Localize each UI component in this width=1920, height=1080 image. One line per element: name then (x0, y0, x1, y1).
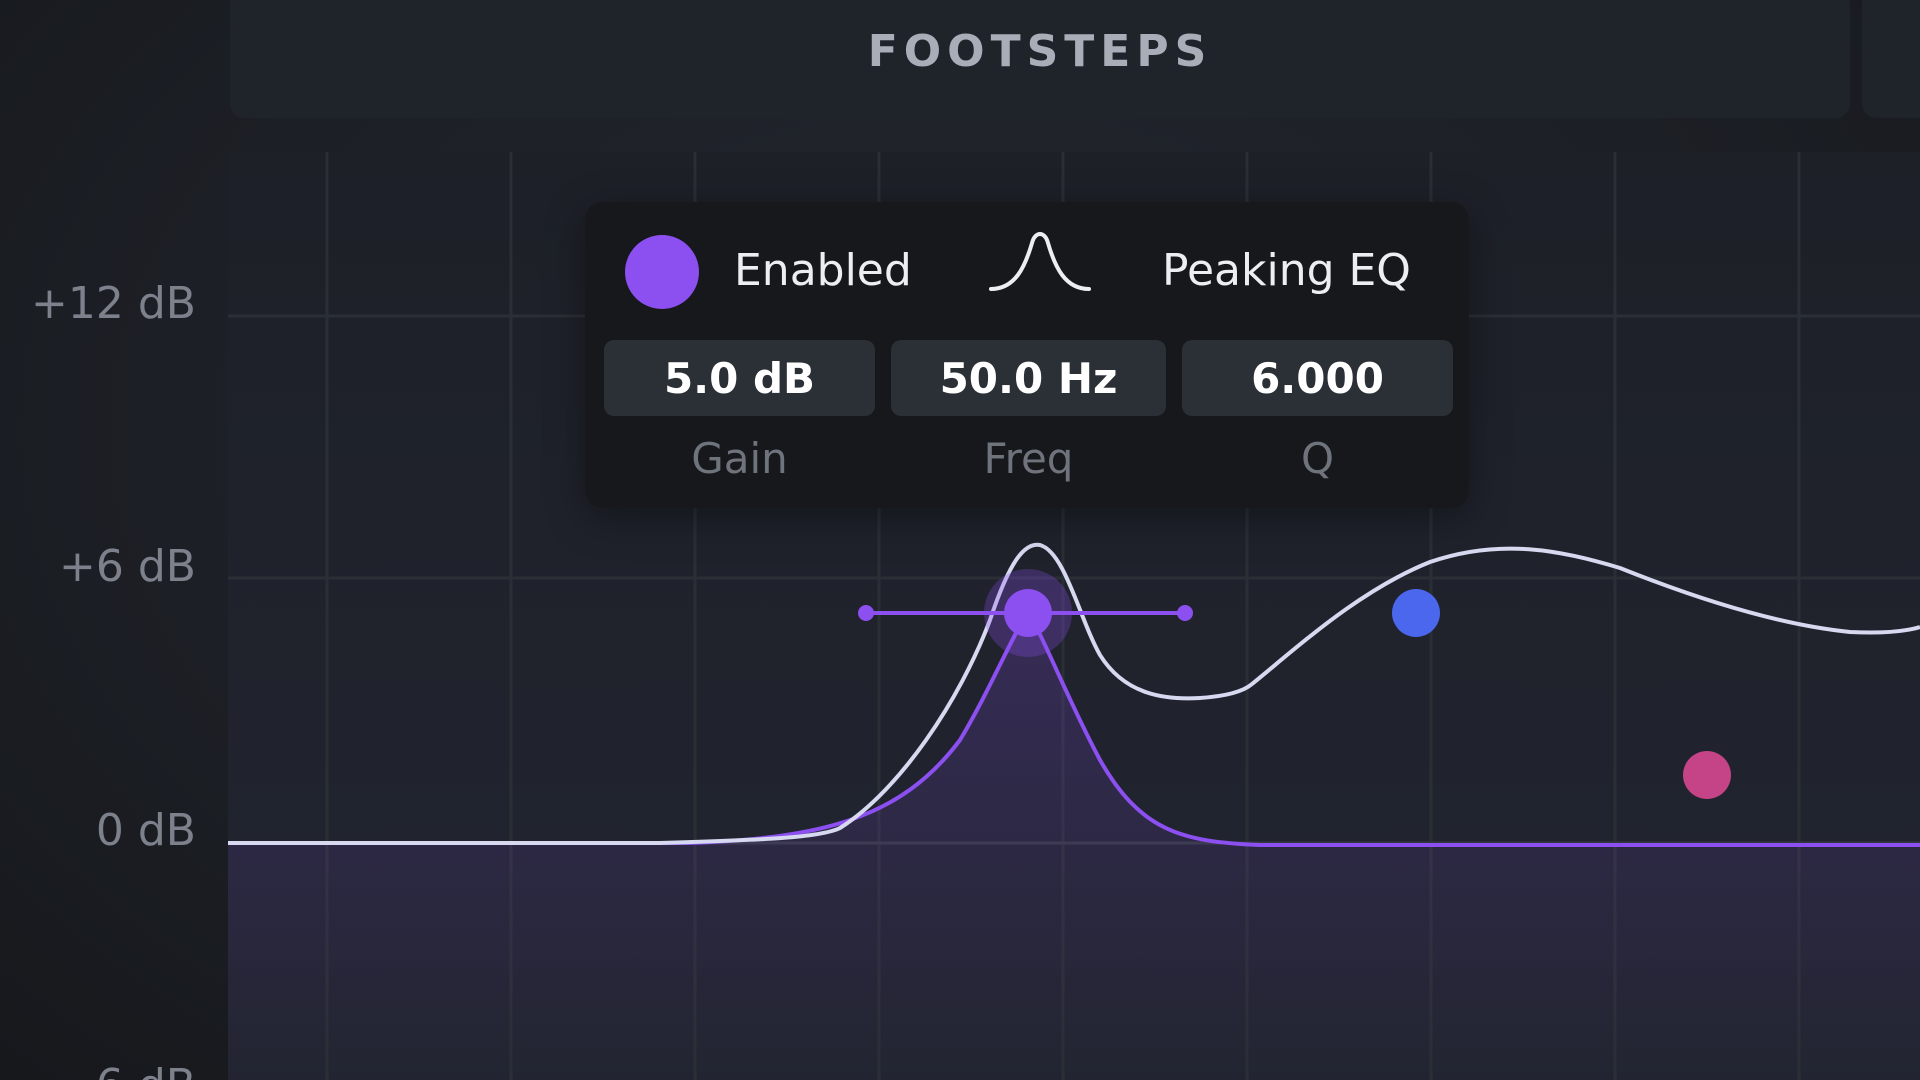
band1-handle[interactable] (1004, 589, 1052, 637)
db-label-plus12: +12 dB (31, 278, 196, 329)
db-label-minus6: -6 dB (80, 1060, 196, 1080)
db-label-zero: 0 dB (95, 805, 196, 856)
gain-label: Gain (691, 434, 788, 483)
band2-handle[interactable] (1392, 589, 1440, 637)
freq-field[interactable]: 50.0 Hz (891, 340, 1166, 416)
db-label-plus6: +6 dB (59, 541, 196, 592)
gain-field[interactable]: 5.0 dB (604, 340, 875, 416)
band-enabled-toggle[interactable] (625, 235, 699, 309)
q-label: Q (1300, 434, 1335, 483)
freq-label: Freq (983, 434, 1074, 483)
band3-handle[interactable] (1683, 751, 1731, 799)
eq-editor: FOOTSTEPS +12 dB +6 dB 0 dB Enabled Peak… (0, 0, 1920, 1080)
filter-type-selector[interactable]: Peaking EQ (1162, 245, 1411, 296)
enabled-label: Enabled (734, 245, 912, 296)
peaking-curve-icon[interactable] (985, 227, 1095, 297)
q-field[interactable]: 6.000 (1182, 340, 1453, 416)
q-handle-left (858, 605, 874, 621)
band-settings-popup: Enabled Peaking EQ 5.0 dB 50.0 Hz 6.000 … (585, 202, 1469, 508)
q-handle-right (1177, 605, 1193, 621)
eq-graph[interactable] (0, 0, 1920, 1080)
